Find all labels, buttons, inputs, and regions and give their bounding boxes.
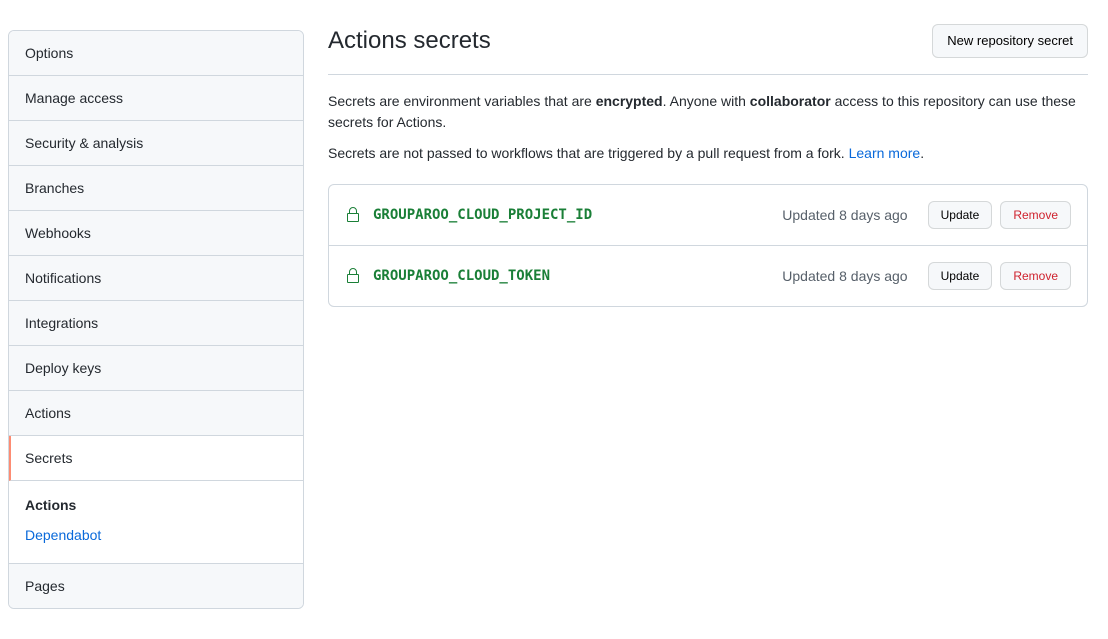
- secret-row: GROUPAROO_CLOUD_PROJECT_ID Updated 8 day…: [329, 185, 1087, 246]
- secret-updated: Updated 8 days ago: [782, 268, 907, 284]
- sidebar-secrets-subnav: Actions Dependabot: [9, 481, 303, 564]
- sidebar-sub-dependabot[interactable]: Dependabot: [25, 521, 287, 549]
- sidebar-item-pages[interactable]: Pages: [9, 564, 303, 608]
- sidebar-item-webhooks[interactable]: Webhooks: [9, 211, 303, 256]
- sidebar-item-notifications[interactable]: Notifications: [9, 256, 303, 301]
- sidebar-item-manage-access[interactable]: Manage access: [9, 76, 303, 121]
- sidebar-sub-actions[interactable]: Actions: [25, 489, 287, 521]
- description-1: Secrets are environment variables that a…: [328, 91, 1088, 133]
- new-repository-secret-button[interactable]: New repository secret: [932, 24, 1088, 58]
- sidebar-item-secrets[interactable]: Secrets: [9, 436, 303, 481]
- settings-sidebar: Options Manage access Security & analysi…: [8, 8, 304, 609]
- main-content: Actions secrets New repository secret Se…: [328, 8, 1096, 609]
- sidebar-item-integrations[interactable]: Integrations: [9, 301, 303, 346]
- update-button[interactable]: Update: [928, 262, 993, 290]
- learn-more-link[interactable]: Learn more: [849, 145, 921, 161]
- update-button[interactable]: Update: [928, 201, 993, 229]
- description-2: Secrets are not passed to workflows that…: [328, 143, 1088, 164]
- remove-button[interactable]: Remove: [1000, 262, 1071, 290]
- lock-icon: [345, 268, 361, 284]
- secret-name: GROUPAROO_CLOUD_TOKEN: [373, 268, 770, 284]
- sidebar-item-security-analysis[interactable]: Security & analysis: [9, 121, 303, 166]
- secret-name: GROUPAROO_CLOUD_PROJECT_ID: [373, 207, 770, 223]
- secret-updated: Updated 8 days ago: [782, 207, 907, 223]
- remove-button[interactable]: Remove: [1000, 201, 1071, 229]
- lock-icon: [345, 207, 361, 223]
- secrets-list: GROUPAROO_CLOUD_PROJECT_ID Updated 8 day…: [328, 184, 1088, 307]
- sidebar-item-deploy-keys[interactable]: Deploy keys: [9, 346, 303, 391]
- sidebar-item-branches[interactable]: Branches: [9, 166, 303, 211]
- sidebar-item-actions[interactable]: Actions: [9, 391, 303, 436]
- page-title: Actions secrets: [328, 27, 491, 55]
- secret-row: GROUPAROO_CLOUD_TOKEN Updated 8 days ago…: [329, 246, 1087, 306]
- sidebar-item-options[interactable]: Options: [9, 31, 303, 76]
